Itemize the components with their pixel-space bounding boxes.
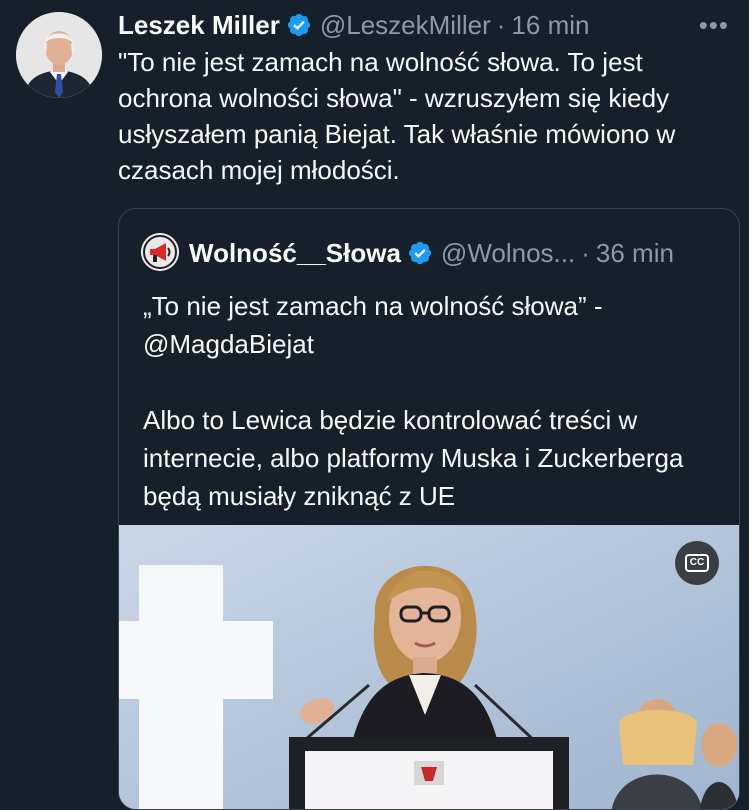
closed-captions-icon: CC <box>684 554 710 572</box>
post-time[interactable]: 16 min <box>511 10 589 41</box>
quoted-author-avatar <box>141 233 179 271</box>
separator-dot: · <box>496 9 506 40</box>
quoted-tweet-text: „To nie jest zamach na wolność słowa” - … <box>143 291 684 511</box>
video-player[interactable]: CC <box>119 525 739 809</box>
quoted-tweet-header: Wolność__Słowa @Wolnos... · 36 min <box>189 235 674 271</box>
quoted-post-time[interactable]: 36 min <box>596 238 674 269</box>
tweet-text: "To nie jest zamach na wolność słowa. To… <box>118 47 683 185</box>
author-name[interactable]: Leszek Miller <box>118 10 280 41</box>
verified-badge-icon <box>286 12 312 38</box>
megaphone-icon <box>141 233 179 271</box>
author-avatar-image <box>16 12 102 98</box>
more-options-icon[interactable]: ••• <box>699 10 729 41</box>
quoted-author-name[interactable]: Wolność__Słowa <box>189 238 401 269</box>
author-handle[interactable]: @LeszekMiller <box>320 10 491 41</box>
separator-dot: · <box>581 237 590 268</box>
closed-captions-button[interactable]: CC <box>675 541 719 585</box>
tweet[interactable]: Leszek Miller @LeszekMiller · 16 min •••… <box>0 0 749 810</box>
quoted-author-handle[interactable]: @Wolnos... <box>441 238 575 269</box>
video-thumbnail <box>119 525 739 809</box>
quoted-tweet[interactable]: Wolność__Słowa @Wolnos... · 36 min „To n… <box>118 208 740 810</box>
verified-badge-icon <box>407 240 433 266</box>
tweet-header: Leszek Miller @LeszekMiller · 16 min <box>118 8 589 42</box>
author-avatar[interactable] <box>16 12 102 98</box>
